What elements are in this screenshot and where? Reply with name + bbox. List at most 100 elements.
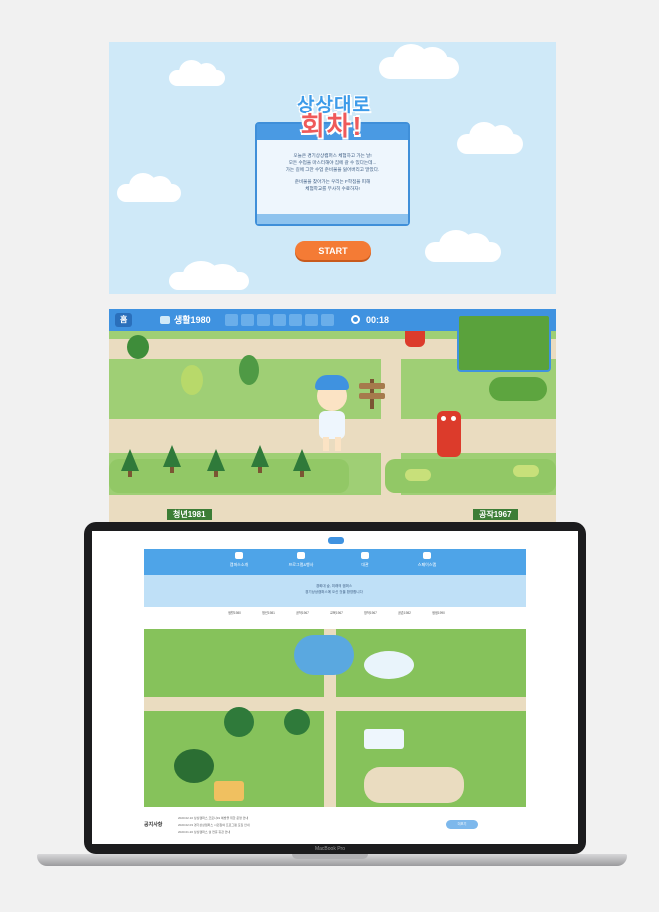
bush bbox=[405, 469, 431, 481]
inventory-slot[interactable] bbox=[305, 314, 318, 326]
more-button[interactable]: 더보기 bbox=[446, 820, 478, 829]
map-icon bbox=[160, 316, 170, 324]
start-button[interactable]: START bbox=[295, 241, 371, 260]
notice-title: 공지사항 bbox=[144, 822, 163, 828]
zone-plaque: 청년1981 bbox=[167, 509, 212, 520]
nav-item[interactable]: 프로그램&행사 bbox=[276, 552, 326, 568]
bush bbox=[489, 377, 547, 401]
nav-label: 대관 bbox=[361, 562, 369, 567]
inventory-slots bbox=[225, 314, 334, 326]
map-tree bbox=[174, 749, 214, 783]
signpost bbox=[359, 379, 385, 409]
tree bbox=[127, 335, 149, 359]
hero-line: 경기상상캠퍼스에 오신 것을 환영합니다 bbox=[305, 590, 363, 594]
nav-item[interactable]: 캠퍼스소개 bbox=[214, 552, 264, 568]
cloud bbox=[169, 60, 225, 86]
device-label: MacBook Pro bbox=[314, 846, 345, 852]
story-line: 모든 수업을 마스터해야 집에 갈 수 있다는데... bbox=[288, 160, 377, 165]
nav-label: 프로그램&행사 bbox=[288, 562, 314, 567]
site-logo[interactable] bbox=[328, 537, 344, 544]
submenu-item[interactable]: 교육1967 bbox=[330, 610, 343, 615]
building-icon bbox=[361, 552, 369, 559]
pine-tree bbox=[121, 449, 139, 477]
submenu-item[interactable]: 생생1990 bbox=[432, 610, 445, 615]
f-grade-monster bbox=[437, 411, 461, 457]
minimap[interactable] bbox=[457, 314, 551, 372]
map-road bbox=[364, 767, 464, 803]
player-body bbox=[319, 411, 345, 439]
inventory-slot[interactable] bbox=[225, 314, 238, 326]
story-line: 준비물을 찾아가는 우리는 F학점을 피해 bbox=[294, 179, 371, 184]
tree bbox=[239, 355, 259, 385]
monster-eye bbox=[451, 416, 456, 421]
pine-tree bbox=[293, 449, 311, 477]
showcase-page: 오늘은 경기상상캠퍼스 체험하고 가는 날! 모든 수업을 마스터해야 집에 갈… bbox=[0, 0, 659, 912]
bush bbox=[513, 465, 539, 477]
notice-item[interactable]: 2020.02.10 상상캠퍼스 코로나19 예방을 위한 운영 안내 bbox=[178, 816, 248, 820]
cloud bbox=[117, 173, 181, 202]
card-footer bbox=[257, 214, 408, 224]
game-screen: 홈 생활1980 00:18 청년1981 공작1967 bbox=[109, 309, 556, 522]
story-line: 체험학교를 무사히 수료하자! bbox=[305, 186, 360, 191]
nav-label: 캠퍼스소개 bbox=[229, 562, 249, 567]
submenu-item[interactable]: 창작1967 bbox=[364, 610, 377, 615]
tree bbox=[181, 365, 203, 395]
map-icon bbox=[423, 552, 431, 559]
notice-item[interactable]: 2020.02.03 경기상상캠퍼스 시민참여 프로그램 모집 안내 bbox=[178, 823, 250, 827]
inventory-slot[interactable] bbox=[273, 314, 286, 326]
submenu-item[interactable]: 공작1967 bbox=[296, 610, 309, 615]
map-building bbox=[364, 729, 404, 749]
timer-value: 00:18 bbox=[366, 315, 390, 325]
pine-tree bbox=[163, 445, 181, 473]
nav-item[interactable]: 스페이스맵 bbox=[402, 552, 452, 568]
map-plaza bbox=[364, 651, 414, 679]
story-line: 가는 길에 그만 수업 준비물을 잃어버리고 말았다. bbox=[285, 167, 380, 172]
campus-icon bbox=[235, 552, 243, 559]
monster-eye bbox=[441, 416, 446, 421]
calendar-icon bbox=[297, 552, 305, 559]
grass-block bbox=[109, 459, 349, 493]
submenu-item[interactable]: 공존1982 bbox=[398, 610, 411, 615]
campus-illustrated-map[interactable] bbox=[144, 629, 526, 807]
inventory-slot[interactable] bbox=[321, 314, 334, 326]
hero-text: 경희대 숲, 미래의 캠퍼스 경기상상캠퍼스에 오신 것을 환영합니다 bbox=[284, 583, 384, 595]
game-logo-main: 회차! bbox=[300, 111, 364, 141]
player-cap bbox=[315, 375, 349, 390]
location-label: 생활1980 bbox=[174, 315, 211, 325]
player-leg bbox=[335, 437, 341, 451]
sign-board bbox=[359, 383, 385, 389]
map-pond bbox=[294, 635, 354, 675]
map-building bbox=[214, 781, 244, 801]
site-hero: 경희대 숲, 미래의 캠퍼스 경기상상캠퍼스에 오신 것을 환영합니다 bbox=[144, 575, 526, 607]
submenu-item[interactable]: 생활1980 bbox=[228, 610, 241, 615]
pine-tree bbox=[207, 449, 225, 477]
submenu-item[interactable]: 청년1981 bbox=[262, 610, 275, 615]
website-screen: 캠퍼스소개 프로그램&행사 대관 스페이스맵 경희대 숲, 미래의 캠퍼스 경기… bbox=[92, 531, 578, 844]
site-nav: 캠퍼스소개 프로그램&행사 대관 스페이스맵 bbox=[144, 549, 526, 575]
cloud bbox=[379, 43, 459, 79]
home-button[interactable]: 홈 bbox=[115, 313, 133, 327]
intro-screen: 오늘은 경기상상캠퍼스 체험하고 가는 날! 모든 수업을 마스터해야 집에 갈… bbox=[109, 42, 556, 294]
pine-tree bbox=[251, 445, 269, 473]
cloud bbox=[457, 122, 523, 154]
map-tree bbox=[284, 709, 310, 735]
timer-display: 00:18 bbox=[345, 313, 395, 327]
inventory-slot[interactable] bbox=[289, 314, 302, 326]
story-text: 오늘은 경기상상캠퍼스 체험하고 가는 날! 모든 수업을 마스터해야 집에 갈… bbox=[263, 152, 402, 173]
player-leg bbox=[323, 437, 329, 451]
inventory-slot[interactable] bbox=[257, 314, 270, 326]
space-submenu: 생활1980 청년1981 공작1967 교육1967 창작1967 공존198… bbox=[144, 607, 526, 629]
zone-plaque: 공작1967 bbox=[473, 509, 518, 520]
inventory-slot[interactable] bbox=[241, 314, 254, 326]
sign-board bbox=[359, 393, 385, 399]
nav-item[interactable]: 대관 bbox=[340, 552, 390, 568]
nav-label: 스페이스맵 bbox=[417, 562, 437, 567]
map-tree bbox=[224, 707, 254, 737]
clock-icon bbox=[351, 315, 360, 324]
story-text: 준비물을 찾아가는 우리는 F학점을 피해 체험학교를 무사히 수료하자! bbox=[263, 178, 402, 192]
notice-item[interactable]: 2020.01.20 상상캠퍼스 설 연휴 휴관 안내 bbox=[178, 830, 230, 834]
cloud bbox=[169, 261, 249, 290]
site-footer: 공지사항 2020.02.10 상상캠퍼스 코로나19 예방을 위한 운영 안내… bbox=[144, 813, 526, 839]
laptop-notch bbox=[292, 854, 368, 859]
story-line: 오늘은 경기상상캠퍼스 체험하고 가는 날! bbox=[293, 153, 372, 158]
